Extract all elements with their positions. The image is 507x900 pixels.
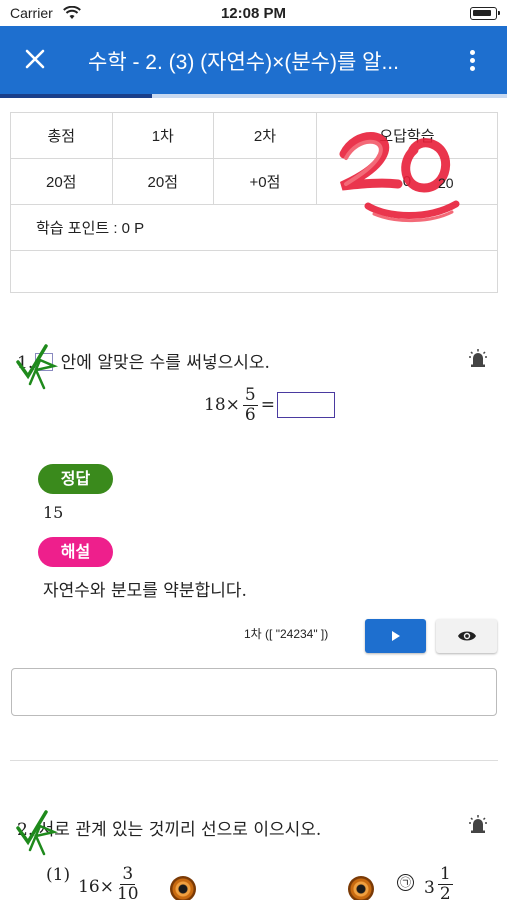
answer-box [276, 392, 335, 419]
explanation-text: 자연수와 분모를 약분합니다. [43, 581, 247, 601]
check-icon [16, 810, 59, 856]
value-total: 20점 [10, 158, 113, 205]
value-second: +0점 [213, 158, 317, 205]
fraction: 3 10 [117, 865, 139, 900]
close-icon[interactable] [22, 46, 48, 72]
play-icon [392, 631, 400, 641]
alarm-icon[interactable] [469, 815, 487, 837]
page-title: 수학 - 2. (3) (자연수)×(분수)를 알... [88, 51, 399, 74]
divider [10, 760, 498, 761]
stamp-text: 20 [438, 175, 454, 191]
header-second: 2차 [213, 112, 317, 159]
match-dot-right[interactable] [348, 876, 374, 900]
fraction-numerator: 3 [120, 864, 136, 885]
empty-row [10, 250, 498, 293]
question-2: 2. 서로 관계 있는 것끼리 선으로 이으시오. [17, 815, 321, 840]
progress-bar [0, 94, 507, 98]
item-whole: 3 [424, 878, 435, 898]
fraction-denominator: 6 [244, 404, 256, 425]
answer-badge: 정답 [38, 464, 113, 494]
explanation-badge: 해설 [38, 537, 113, 567]
item-label: ㉠ [397, 874, 414, 891]
play-button[interactable] [365, 619, 426, 653]
formula-equals: = [260, 395, 275, 416]
item-times: × [99, 877, 114, 897]
equation: 18 × 5 6 = [204, 386, 335, 424]
item-label: (1) [46, 865, 71, 885]
match-left-item: (1) 16 × 3 10 [46, 865, 142, 900]
answer-input[interactable] [11, 668, 497, 716]
check-icon [16, 344, 59, 390]
formula-whole: 18 [204, 395, 226, 416]
view-answer-button[interactable] [436, 619, 497, 653]
match-dot-left[interactable] [170, 876, 196, 900]
question-text: 안에 알맞은 수를 써넣으시오. [60, 353, 270, 373]
fraction-denominator: 10 [116, 883, 139, 900]
fraction-denominator: 2 [439, 883, 451, 900]
battery-icon [470, 7, 500, 20]
item-whole: 16 [78, 877, 100, 897]
fraction-numerator: 5 [242, 385, 258, 406]
fraction: 5 6 [242, 385, 258, 425]
formula-times: × [225, 395, 240, 416]
progress-fill [0, 94, 153, 98]
question-text: 서로 관계 있는 것끼리 선으로 이으시오. [38, 820, 322, 840]
match-right-item: ㉠ 3 1 2 [397, 865, 456, 900]
header-first: 1차 [111, 112, 215, 159]
header-total: 총점 [10, 112, 113, 159]
fraction: 1 2 [437, 864, 453, 900]
app-bar: 수학 - 2. (3) (자연수)×(분수)를 알... [0, 26, 507, 94]
more-vert-icon[interactable] [467, 50, 477, 74]
score-stamp: 20 [339, 132, 460, 222]
answer-value: 15 [43, 503, 64, 522]
value-first: 20점 [111, 158, 215, 205]
fraction-numerator: 1 [437, 864, 453, 885]
attempt-label: 1차 ([ "24234" ]) [244, 627, 329, 641]
eye-icon [458, 631, 476, 641]
alarm-icon[interactable] [469, 349, 487, 371]
status-bar: Carrier 12:08 PM [0, 0, 507, 26]
clock: 12:08 PM [220, 5, 287, 22]
